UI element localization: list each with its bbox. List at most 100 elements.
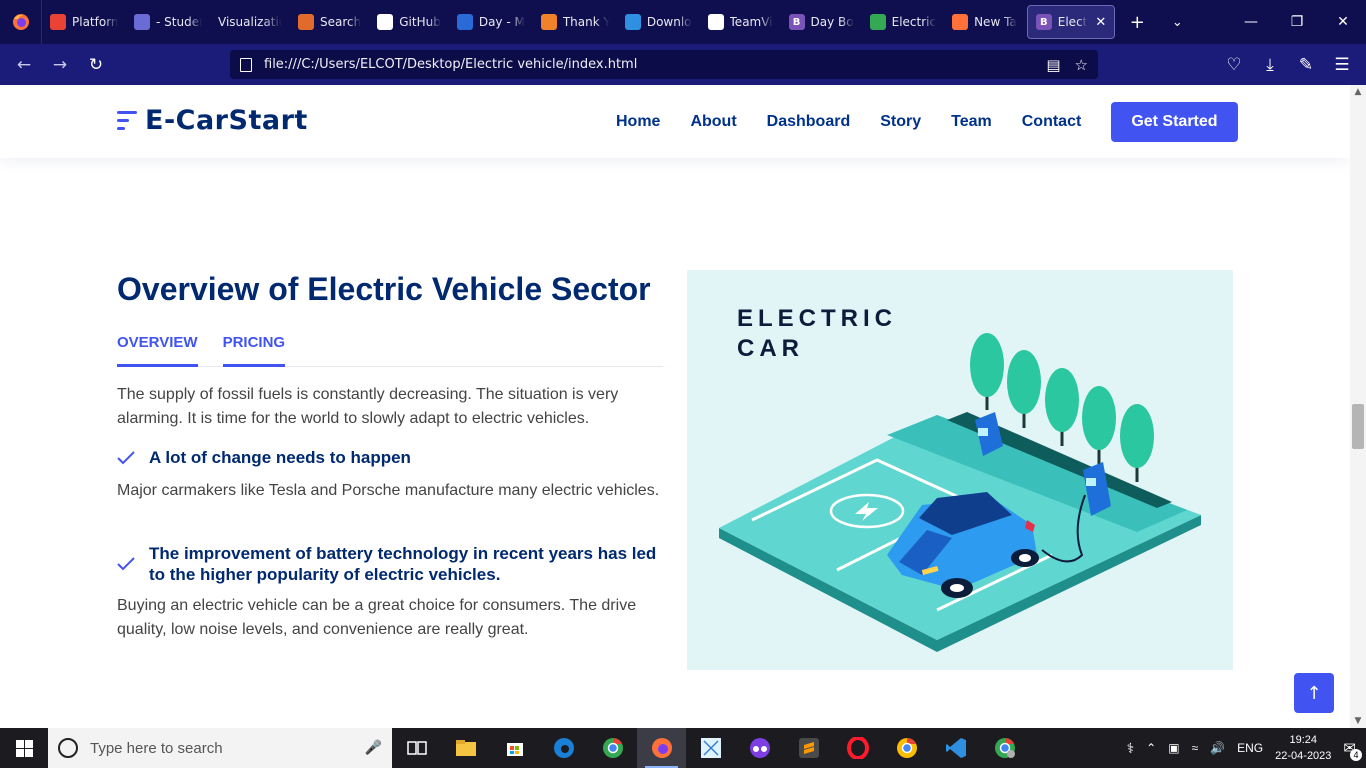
firefox-menu-icon[interactable] (0, 0, 42, 44)
browser-tab[interactable]: B Elect ✕ (1026, 5, 1116, 39)
brand-name: E-CarStart (145, 105, 308, 136)
browser-tab[interactable]: - Student (126, 0, 210, 44)
restore-button[interactable]: ❐ (1274, 0, 1320, 44)
tab-label: - Student (156, 15, 202, 29)
url-text: file:///C:/Users/ELCOT/Desktop/Electric … (264, 57, 638, 72)
bookmark-star-icon[interactable]: ☆ (1075, 56, 1088, 74)
reader-view-icon[interactable]: ▤ (1046, 56, 1060, 74)
language-indicator[interactable]: ENG (1237, 741, 1263, 755)
site-logo[interactable]: E-CarStart (117, 105, 308, 136)
clock[interactable]: 19:24 22-04-2023 (1275, 732, 1331, 764)
task-view-icon[interactable] (392, 728, 441, 768)
scroll-down-icon[interactable]: ▼ (1350, 714, 1366, 728)
page-scrollbar[interactable]: ▲ ▼ (1350, 85, 1366, 728)
feature-title: A lot of change needs to happen (149, 448, 411, 467)
wifi-icon[interactable]: ≈ (1192, 741, 1199, 755)
teamviewer-icon (707, 14, 724, 30)
snipping-tool-icon[interactable] (686, 728, 735, 768)
feature-text: Major carmakers like Tesla and Porsche m… (117, 482, 660, 499)
scroll-up-icon[interactable]: ▲ (1350, 85, 1366, 99)
app-menu-icon[interactable]: ☰ (1324, 44, 1360, 85)
browser-tab[interactable]: Day - M (449, 0, 533, 44)
nav-story[interactable]: Story (880, 113, 921, 131)
chrome-profile-icon[interactable] (882, 728, 931, 768)
tab-label: Visualization (218, 15, 282, 29)
notifications-icon[interactable]: ✉ 4 (1343, 739, 1362, 761)
browser-tab[interactable]: TeamVi (700, 0, 781, 44)
nav-dashboard[interactable]: Dashboard (767, 113, 851, 131)
site-header: E-CarStart Home About Dashboard Story Te… (0, 85, 1350, 158)
firefox-taskbar-icon[interactable] (637, 728, 686, 768)
browser-tab[interactable]: New Ta (944, 0, 1025, 44)
vscode-icon[interactable] (931, 728, 980, 768)
tab-label: Day - M (478, 15, 525, 29)
system-tray: ⚕ ⌃ ▣ ≈ 🔊 ENG 19:24 22-04-2023 ✉ 4 (1127, 732, 1366, 764)
tab-label: Search (320, 15, 362, 29)
browser-tab[interactable]: Thank Y (533, 0, 617, 44)
notification-count: 4 (1350, 749, 1362, 761)
arrow-icon (456, 14, 473, 30)
url-bar[interactable]: file:///C:/Users/ELCOT/Desktop/Electric … (230, 50, 1098, 79)
sublime-text-icon[interactable] (784, 728, 833, 768)
logo-bars-icon (117, 108, 137, 134)
pocket-icon[interactable]: ♡ (1216, 44, 1252, 85)
feature-item: The improvement of battery technology in… (117, 543, 657, 585)
nav-about[interactable]: About (690, 113, 736, 131)
tab-label: GitHub (399, 15, 441, 29)
forward-icon[interactable]: → (42, 44, 78, 85)
browser-tab[interactable]: B Day Bo (781, 0, 862, 44)
windows-taskbar: Type here to search 🎤 ⚕ ⌃ ▣ ≈ 🔊 ENG 19:2… (0, 728, 1366, 768)
electric-car-illustration: ELECTRIC CAR (687, 270, 1233, 670)
overview-tabs: OVERVIEW PRICING (117, 327, 663, 367)
people-icon[interactable]: ⚕ (1127, 740, 1135, 757)
feature-item: A lot of change needs to happen (117, 447, 657, 468)
browser-tab[interactable]: GitHub (369, 0, 449, 44)
file-explorer-icon[interactable] (441, 728, 490, 768)
back-to-top-button[interactable]: ↑ (1294, 673, 1334, 713)
back-icon[interactable]: ← (6, 44, 42, 85)
tab-overview[interactable]: OVERVIEW (117, 327, 198, 367)
tab-label: Elect (1057, 15, 1088, 29)
get-started-button[interactable]: Get Started (1111, 102, 1238, 142)
nav-team[interactable]: Team (951, 113, 992, 131)
taskbar-search-box[interactable]: Type here to search 🎤 (48, 728, 392, 768)
extensions-icon[interactable]: ✎ (1288, 44, 1324, 85)
close-window-button[interactable]: ✕ (1320, 0, 1366, 44)
tab-label: Day Bo (810, 15, 854, 29)
firefox-icon (952, 14, 969, 30)
microsoft-store-icon[interactable] (490, 728, 539, 768)
browser-tab[interactable]: Visualization (210, 0, 290, 44)
browser-tab-strip: Platform - Student Visualization Search GitH… (0, 0, 1366, 44)
edge-icon[interactable] (539, 728, 588, 768)
chrome-app-icon[interactable] (980, 728, 1029, 768)
battery-icon[interactable]: ▣ (1168, 741, 1179, 755)
close-tab-icon[interactable]: ✕ (1095, 15, 1106, 30)
new-tab-button[interactable]: + (1117, 0, 1157, 44)
volume-icon[interactable]: 🔊 (1210, 741, 1225, 755)
nav-contact[interactable]: Contact (1022, 113, 1082, 131)
scrollbar-thumb[interactable] (1352, 404, 1364, 449)
reload-icon[interactable]: ↻ (78, 44, 114, 85)
minimize-button[interactable]: — (1228, 0, 1274, 44)
incognito-app-icon[interactable] (735, 728, 784, 768)
opera-icon[interactable] (833, 728, 882, 768)
tab-pricing[interactable]: PRICING (222, 327, 286, 367)
chrome-icon[interactable] (588, 728, 637, 768)
browser-tab[interactable]: Electric (862, 0, 944, 44)
sublime-icon (540, 14, 557, 30)
list-all-tabs-icon[interactable]: ⌄ (1157, 0, 1197, 44)
browser-tab[interactable]: Downlo (617, 0, 700, 44)
gmail-icon (50, 14, 66, 30)
feature-text: Buying an electric vehicle can be a grea… (117, 597, 637, 638)
browser-tab[interactable]: Platform (42, 0, 126, 44)
microphone-icon[interactable]: 🎤 (365, 740, 382, 756)
search-placeholder: Type here to search (90, 739, 223, 757)
page-viewport: E-CarStart Home About Dashboard Story Te… (0, 85, 1350, 728)
show-hidden-icons-icon[interactable]: ⌃ (1146, 741, 1156, 755)
windows-start-icon[interactable] (0, 728, 48, 768)
downloads-icon[interactable]: ⤓ (1252, 44, 1288, 85)
browser-tab[interactable]: Search (290, 0, 369, 44)
nav-home[interactable]: Home (616, 113, 660, 131)
browser-nav-bar: ← → ↻ file:///C:/Users/ELCOT/Desktop/Ele… (0, 44, 1366, 85)
dots-icon (298, 14, 314, 30)
